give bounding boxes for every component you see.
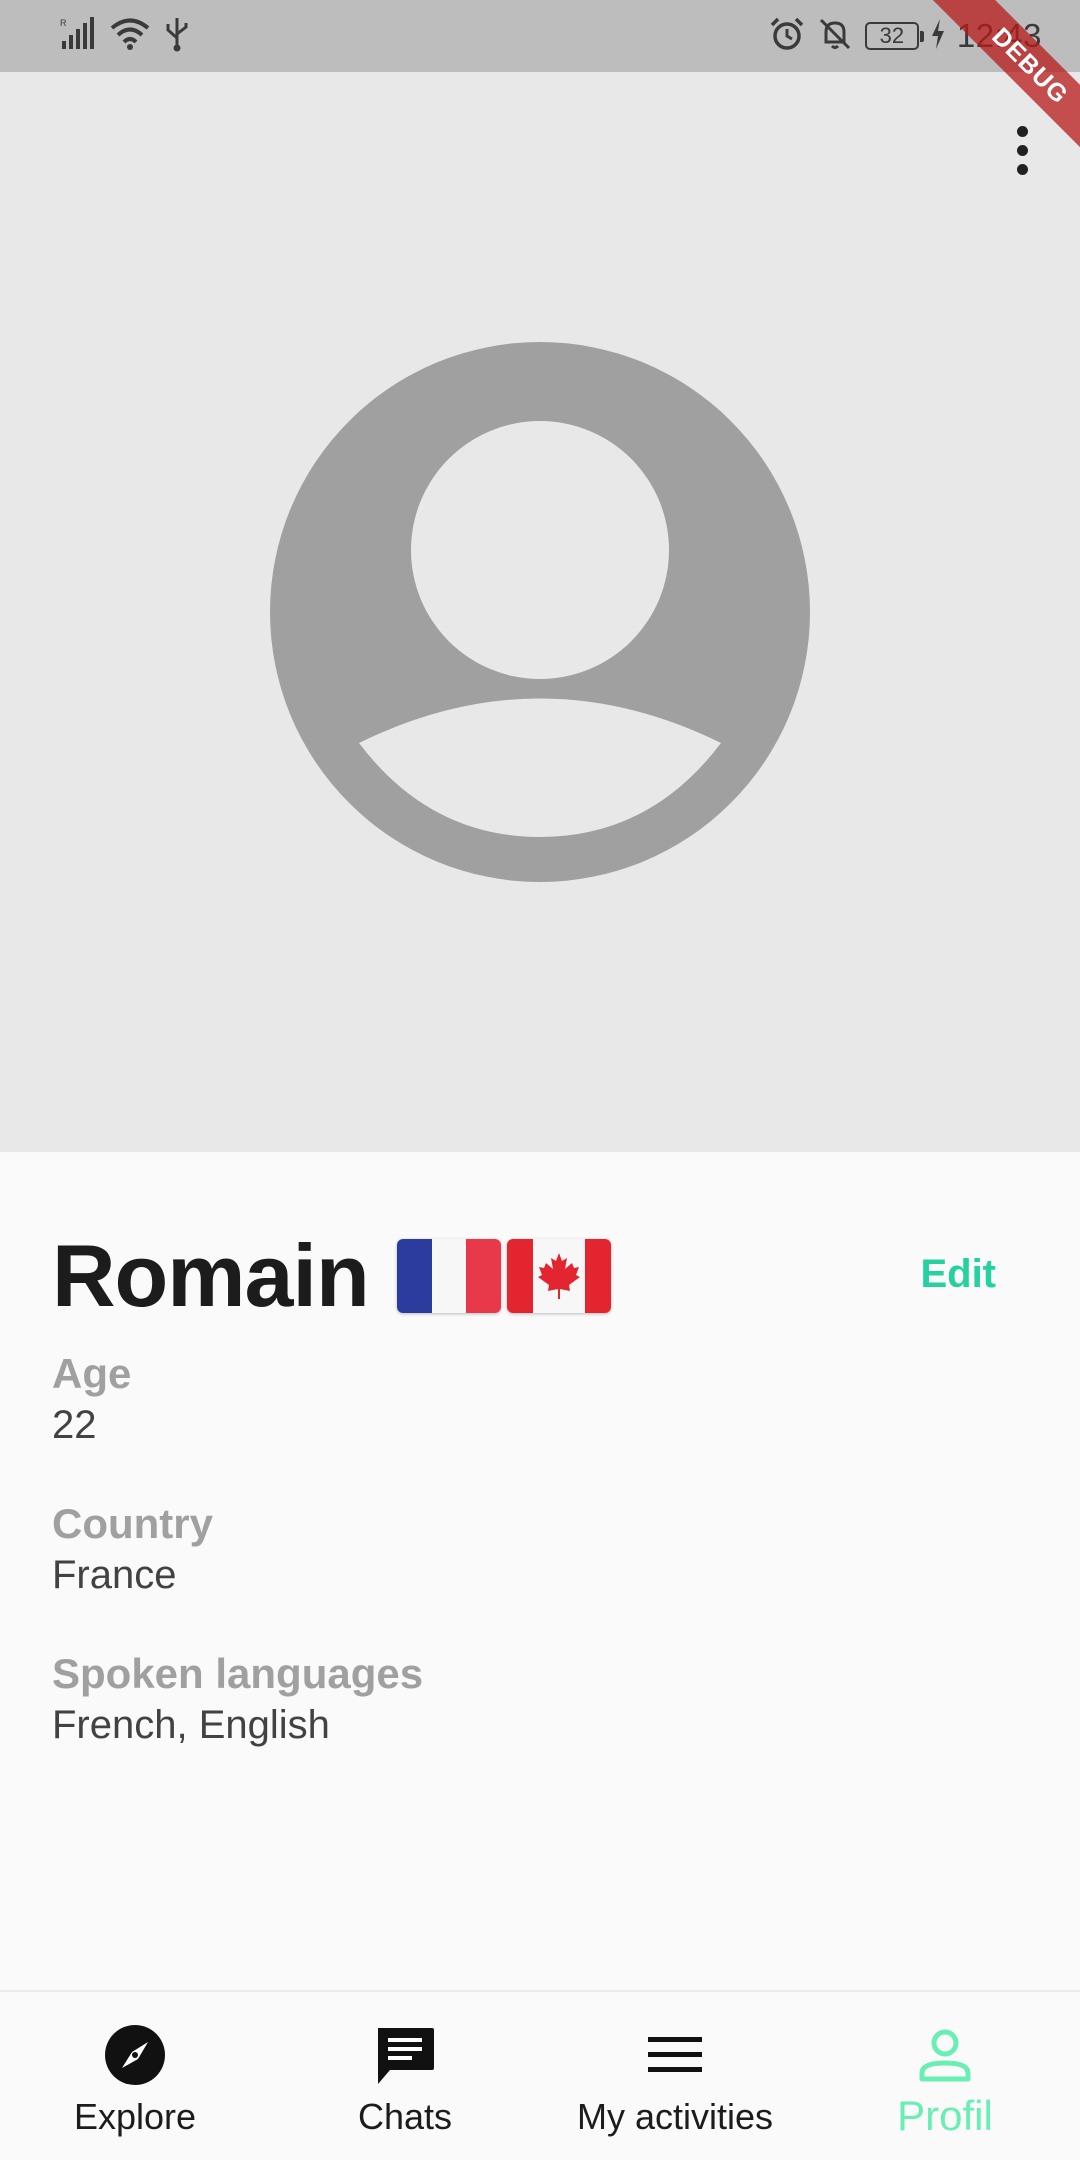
nav-label: Explore <box>73 2096 197 2137</box>
nav-chats[interactable]: Chats <box>270 1992 540 2160</box>
nav-label: Chats <box>357 2096 453 2137</box>
alarm-icon <box>769 16 805 57</box>
field-value: 22 <box>52 1403 97 1447</box>
profile-info: Romain Edit Age 22 Country France Spoken… <box>52 1152 1028 1750</box>
field-age: Age 22 <box>52 1348 1028 1450</box>
field-spoken-languages: Spoken languages French, English <box>52 1648 1028 1750</box>
profile-name: Romain <box>52 1226 370 1325</box>
compass-icon <box>102 2022 168 2088</box>
battery-icon: 32 <box>864 22 924 50</box>
status-bar: R 32 <box>0 0 1080 72</box>
edit-profile-button[interactable]: Edit <box>920 1252 996 1297</box>
field-label: Age <box>52 1350 132 1397</box>
menu-icon <box>642 2022 708 2088</box>
field-value: French, English <box>52 1703 330 1747</box>
more-vert-icon <box>1016 125 1028 137</box>
nav-label: Profil <box>897 2092 993 2139</box>
chat-icon <box>372 2022 438 2088</box>
name-row: Romain Edit <box>52 1226 1028 1326</box>
profile-photo-area[interactable] <box>0 72 1080 1152</box>
france-flag-icon <box>396 1239 501 1313</box>
nav-profil[interactable]: Profil <box>810 1992 1080 2160</box>
signal-icon: R <box>58 16 96 56</box>
field-label: Country <box>52 1500 213 1547</box>
bottom-navigation: Explore Chats My activities Profil <box>0 1990 1080 2160</box>
battery-level: 32 <box>879 23 905 48</box>
field-value: France <box>52 1553 177 1597</box>
bell-off-icon <box>817 16 853 57</box>
field-label: Spoken languages <box>52 1650 424 1697</box>
status-left-icons: R <box>58 14 190 58</box>
person-icon <box>912 2022 978 2088</box>
charging-icon <box>931 18 945 54</box>
svg-text:R: R <box>60 18 67 28</box>
wifi-icon <box>110 17 150 56</box>
nav-label: My activities <box>576 2096 774 2137</box>
profile-screen: R 32 DEBUG Romain Edit Age 22 Country Fr… <box>0 0 1080 2160</box>
nav-explore[interactable]: Explore <box>0 1992 270 2160</box>
canada-flag-icon <box>506 1239 611 1313</box>
more-options-button[interactable] <box>992 110 1052 190</box>
field-country: Country France <box>52 1498 1028 1600</box>
usb-icon <box>164 16 190 57</box>
nav-my-activities[interactable]: My activities <box>540 1992 810 2160</box>
account-circle-icon <box>270 342 810 882</box>
flags <box>396 1239 611 1313</box>
